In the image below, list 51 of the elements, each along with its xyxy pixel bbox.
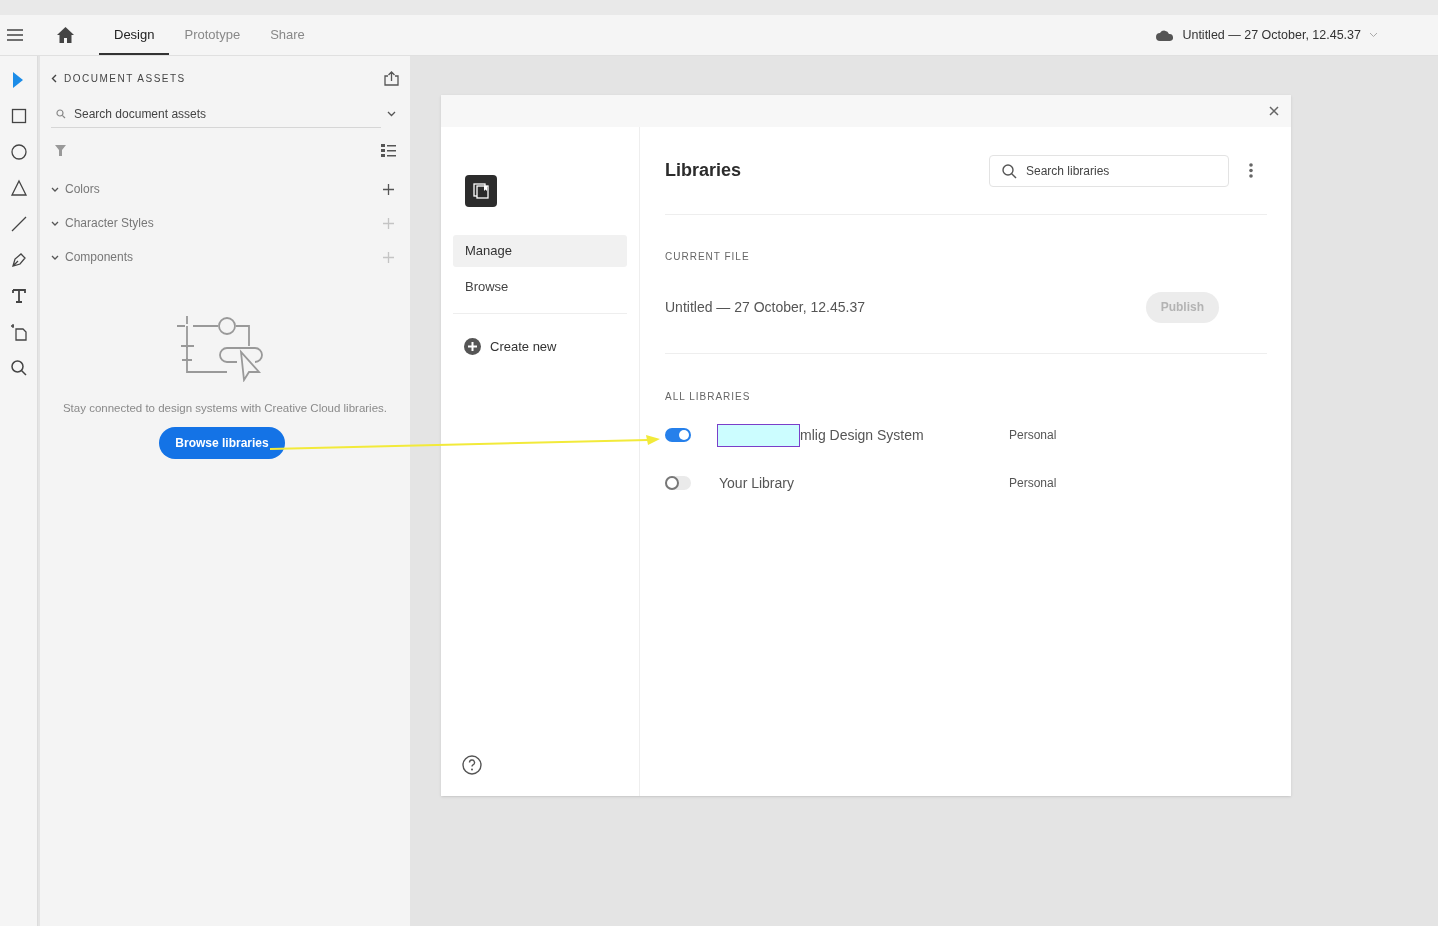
back-icon[interactable] xyxy=(51,73,57,83)
nav-item[interactable]: Browse xyxy=(453,271,627,303)
tab[interactable]: Share xyxy=(255,15,320,55)
search-icon xyxy=(1002,163,1017,179)
add-icon[interactable] xyxy=(383,183,394,195)
chevron-down-icon[interactable] xyxy=(51,186,59,192)
filter-icon[interactable] xyxy=(55,144,66,156)
library-name: Your Library xyxy=(719,473,794,493)
section-label[interactable]: Components xyxy=(65,248,134,266)
library-name: mlig Design System xyxy=(800,425,924,445)
close-icon[interactable] xyxy=(1269,106,1279,116)
toggle-switch[interactable] xyxy=(665,428,691,442)
list-view-icon[interactable] xyxy=(381,143,396,157)
home-icon[interactable] xyxy=(57,27,74,43)
chevron-down-icon[interactable] xyxy=(387,111,396,117)
chevron-down-icon[interactable] xyxy=(51,254,59,260)
current-file-name: Untitled — 27 October, 12.45.37 xyxy=(665,297,865,317)
section-label[interactable]: Colors xyxy=(65,180,100,198)
library-owner: Personal xyxy=(1009,475,1057,492)
toggle-switch[interactable] xyxy=(665,476,691,490)
browse-libraries-button[interactable]: Browse libraries xyxy=(159,427,285,460)
library-owner: Personal xyxy=(1009,427,1057,444)
search-field[interactable]: Search libraries xyxy=(989,154,1229,187)
tab[interactable]: Prototype xyxy=(169,15,256,55)
text-icon[interactable] xyxy=(9,287,28,305)
artboard-icon[interactable] xyxy=(9,323,28,341)
menu-icon[interactable] xyxy=(7,28,23,42)
panel-title: DOCUMENT ASSETS xyxy=(64,71,186,86)
share-icon[interactable] xyxy=(384,70,399,86)
search-icon xyxy=(56,109,66,119)
cloud-icon xyxy=(1156,29,1175,41)
triangle-icon[interactable] xyxy=(9,179,28,197)
help-icon[interactable] xyxy=(462,755,482,775)
line-icon[interactable] xyxy=(9,215,28,233)
empty-state-message: Stay connected to design systems with Creative Cloud libraries. xyxy=(61,401,389,416)
chevron-down-icon[interactable] xyxy=(51,220,59,226)
section-heading: ALL LIBRARIES xyxy=(665,390,752,404)
ellipse-icon[interactable] xyxy=(9,143,28,161)
more-options-icon[interactable] xyxy=(1249,163,1253,178)
search-field[interactable]: Search document assets xyxy=(51,100,381,128)
section-label[interactable]: Character Styles xyxy=(65,214,154,232)
plus-circle-icon xyxy=(464,338,481,356)
libraries-logo-icon xyxy=(465,175,497,207)
section-heading: CURRENT FILE xyxy=(665,250,751,264)
document-title[interactable]: Untitled — 27 October, 12.45.37 xyxy=(1182,25,1361,45)
dialog-title: Libraries xyxy=(665,159,742,182)
rectangle-icon[interactable] xyxy=(9,107,28,125)
create-new-button[interactable]: Create new xyxy=(464,337,627,357)
nav-item[interactable]: Manage xyxy=(453,235,627,267)
pen-icon[interactable] xyxy=(9,251,28,269)
zoom-icon[interactable] xyxy=(9,359,28,377)
